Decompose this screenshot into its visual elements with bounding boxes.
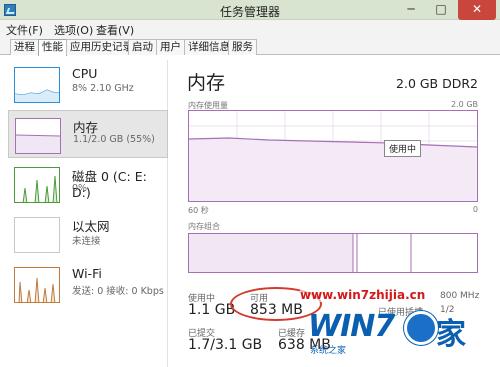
title-bar: 任务管理器 ─ □ ✕ bbox=[0, 0, 500, 20]
tab-services[interactable]: 服务 bbox=[228, 39, 257, 55]
sidebar-item-disk[interactable]: 磁盘 0 (C: E: D:) 0% bbox=[8, 160, 168, 208]
menu-file[interactable]: 文件(F) bbox=[6, 22, 43, 38]
sidebar-item-ethernet[interactable]: 以太网 未连接 bbox=[8, 210, 168, 258]
speed-value: 800 MHz bbox=[440, 291, 480, 301]
maximize-button[interactable]: □ bbox=[426, 0, 456, 20]
memory-thumbnail-graph bbox=[15, 118, 61, 154]
tab-users[interactable]: 用户 bbox=[156, 39, 185, 55]
menu-options[interactable]: 选项(O) bbox=[54, 22, 93, 38]
tab-processes[interactable]: 进程 bbox=[10, 39, 39, 55]
sidebar-item-detail: 8% 2.10 GHz bbox=[72, 83, 134, 94]
sidebar-item-memory[interactable]: 内存 1.1/2.0 GB (55%) bbox=[8, 110, 168, 158]
watermark-char: 家 bbox=[436, 317, 466, 352]
sidebar-item-label: Wi-Fi bbox=[72, 266, 102, 281]
in-use-value: 1.1 GB bbox=[188, 302, 236, 318]
time-axis-left: 60 秒 bbox=[188, 206, 209, 215]
memory-spec: 2.0 GB DDR2 bbox=[396, 76, 478, 91]
watermark-badge: WIN7 家 系统之家 bbox=[300, 303, 490, 356]
menu-bar: 文件(F) 选项(O) 查看(V) bbox=[0, 20, 500, 37]
tab-details[interactable]: 详细信息 bbox=[184, 39, 234, 55]
memory-usage-graph bbox=[188, 111, 478, 201]
sidebar-item-wifi[interactable]: Wi-Fi 发送: 0 接收: 0 Kbps bbox=[8, 260, 168, 308]
sidebar-item-detail: 未连接 bbox=[72, 236, 101, 247]
disk-thumbnail-graph bbox=[14, 167, 60, 203]
committed-value: 1.7/3.1 GB bbox=[188, 337, 263, 353]
sidebar-item-cpu[interactable]: CPU 8% 2.10 GHz bbox=[8, 60, 168, 108]
panel-title: 内存 bbox=[187, 72, 226, 94]
menu-view[interactable]: 查看(V) bbox=[96, 22, 134, 38]
ethernet-thumbnail-graph bbox=[14, 217, 60, 253]
sidebar-item-detail: 0% bbox=[72, 183, 88, 194]
windows-logo-icon bbox=[404, 311, 438, 345]
memory-composition-bar bbox=[188, 233, 478, 273]
cpu-thumbnail-graph bbox=[14, 67, 60, 103]
tab-performance[interactable]: 性能 bbox=[38, 39, 67, 56]
watermark-url: www.win7zhijia.cn bbox=[300, 288, 426, 302]
tab-startup[interactable]: 启动 bbox=[128, 39, 157, 55]
watermark-brand: WIN7 bbox=[308, 309, 395, 344]
disk-thumbnail-line bbox=[22, 175, 58, 202]
cpu-thumbnail-line bbox=[15, 89, 59, 102]
hover-tooltip: 使用中 bbox=[384, 140, 422, 157]
composition-label: 内存组合 bbox=[188, 222, 220, 231]
tab-bar: 进程 性能 应用历史记录 启动 用户 详细信息 服务 bbox=[0, 37, 500, 56]
watermark-subtitle: 系统之家 bbox=[310, 346, 347, 356]
sidebar-item-label: CPU bbox=[72, 66, 98, 81]
memory-thumbnail-line bbox=[16, 134, 60, 153]
memory-usage-chart bbox=[188, 110, 478, 202]
usage-chart-max: 2.0 GB bbox=[451, 100, 478, 109]
sidebar-item-detail: 发送: 0 接收: 0 Kbps bbox=[72, 286, 164, 297]
wifi-thumbnail-graph bbox=[14, 267, 60, 303]
time-axis-right: 0 bbox=[472, 205, 478, 214]
resource-sidebar: CPU 8% 2.10 GHz 内存 1.1/2.0 GB (55%) 磁盘 0… bbox=[8, 60, 168, 367]
wifi-thumbnail-line bbox=[18, 277, 56, 302]
sidebar-item-detail: 1.1/2.0 GB (55%) bbox=[73, 134, 155, 145]
memory-composition-graph bbox=[189, 234, 412, 272]
tab-app-history[interactable]: 应用历史记录 bbox=[66, 39, 137, 55]
minimize-button[interactable]: ─ bbox=[396, 0, 426, 20]
close-button[interactable]: ✕ bbox=[458, 0, 496, 20]
